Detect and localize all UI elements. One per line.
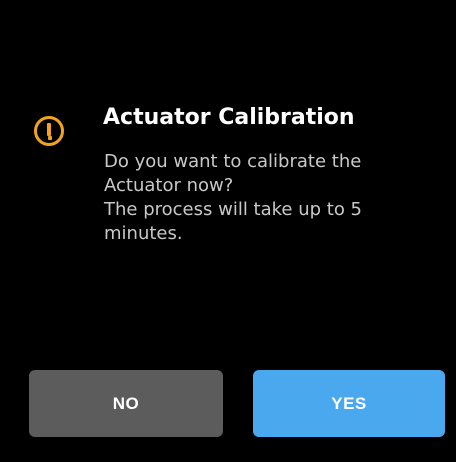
warning-icon-stroke [47, 122, 51, 136]
yes-button[interactable]: YES [253, 370, 445, 437]
message-line: Do you want to calibrate the [104, 151, 362, 172]
message-line: Actuator now? [104, 175, 234, 196]
no-button[interactable]: NO [29, 370, 223, 437]
message-line: The process will take up to 5 [104, 199, 363, 220]
warning-icon [34, 116, 64, 146]
message-line: minutes. [104, 223, 183, 244]
calibration-dialog: Actuator Calibration Do you want to cali… [0, 0, 456, 462]
warning-icon-dot [48, 136, 52, 140]
dialog-message: Do you want to calibrate the Actuator no… [104, 150, 424, 246]
dialog-title: Actuator Calibration [103, 105, 355, 130]
